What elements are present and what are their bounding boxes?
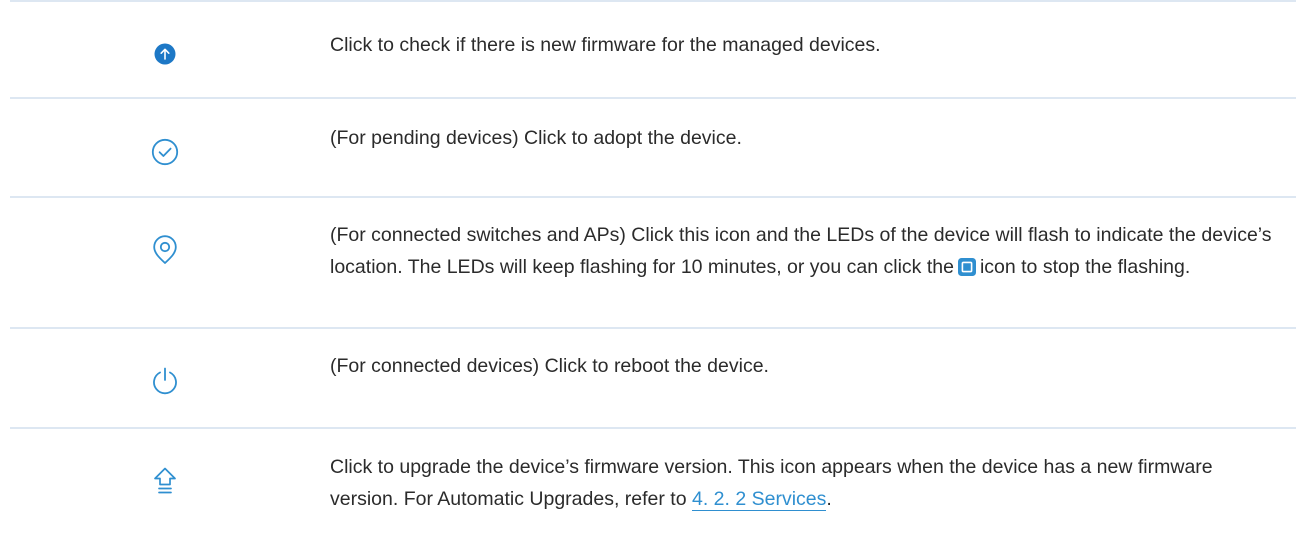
- upgrade-arrow-icon[interactable]: [152, 466, 178, 501]
- location-pin-icon[interactable]: [152, 235, 178, 270]
- icon-cell: [10, 43, 320, 70]
- stop-square-icon: [957, 255, 977, 287]
- table-row: (For pending devices) Click to adopt the…: [10, 97, 1296, 196]
- table-row: (For connected switches and APs) Click t…: [10, 196, 1296, 327]
- icon-cell: [10, 366, 320, 401]
- row-description: Click to upgrade the device’s firmware v…: [330, 429, 1280, 515]
- table-row: Click to check if there is new firmware …: [10, 0, 1296, 97]
- icon-cell: [10, 138, 320, 171]
- icon-description-table: Click to check if there is new firmware …: [10, 0, 1296, 533]
- power-icon[interactable]: [151, 366, 179, 401]
- description-text: icon to stop the flashing.: [979, 256, 1191, 278]
- row-description: (For pending devices) Click to adopt the…: [330, 127, 742, 149]
- services-link[interactable]: 4. 2. 2 Services: [692, 488, 827, 511]
- row-description: (For connected switches and APs) Click t…: [330, 198, 1280, 287]
- check-circle-icon[interactable]: [151, 138, 179, 171]
- row-description: Click to check if there is new firmware …: [330, 34, 881, 56]
- table-row: Click to upgrade the device’s firmware v…: [10, 427, 1296, 533]
- description-text: .: [826, 488, 832, 510]
- table-row: (For connected devices) Click to reboot …: [10, 327, 1296, 427]
- icon-cell: [10, 235, 320, 270]
- upload-circle-icon[interactable]: [154, 43, 176, 70]
- icon-cell: [10, 466, 320, 501]
- row-description: (For connected devices) Click to reboot …: [330, 355, 769, 377]
